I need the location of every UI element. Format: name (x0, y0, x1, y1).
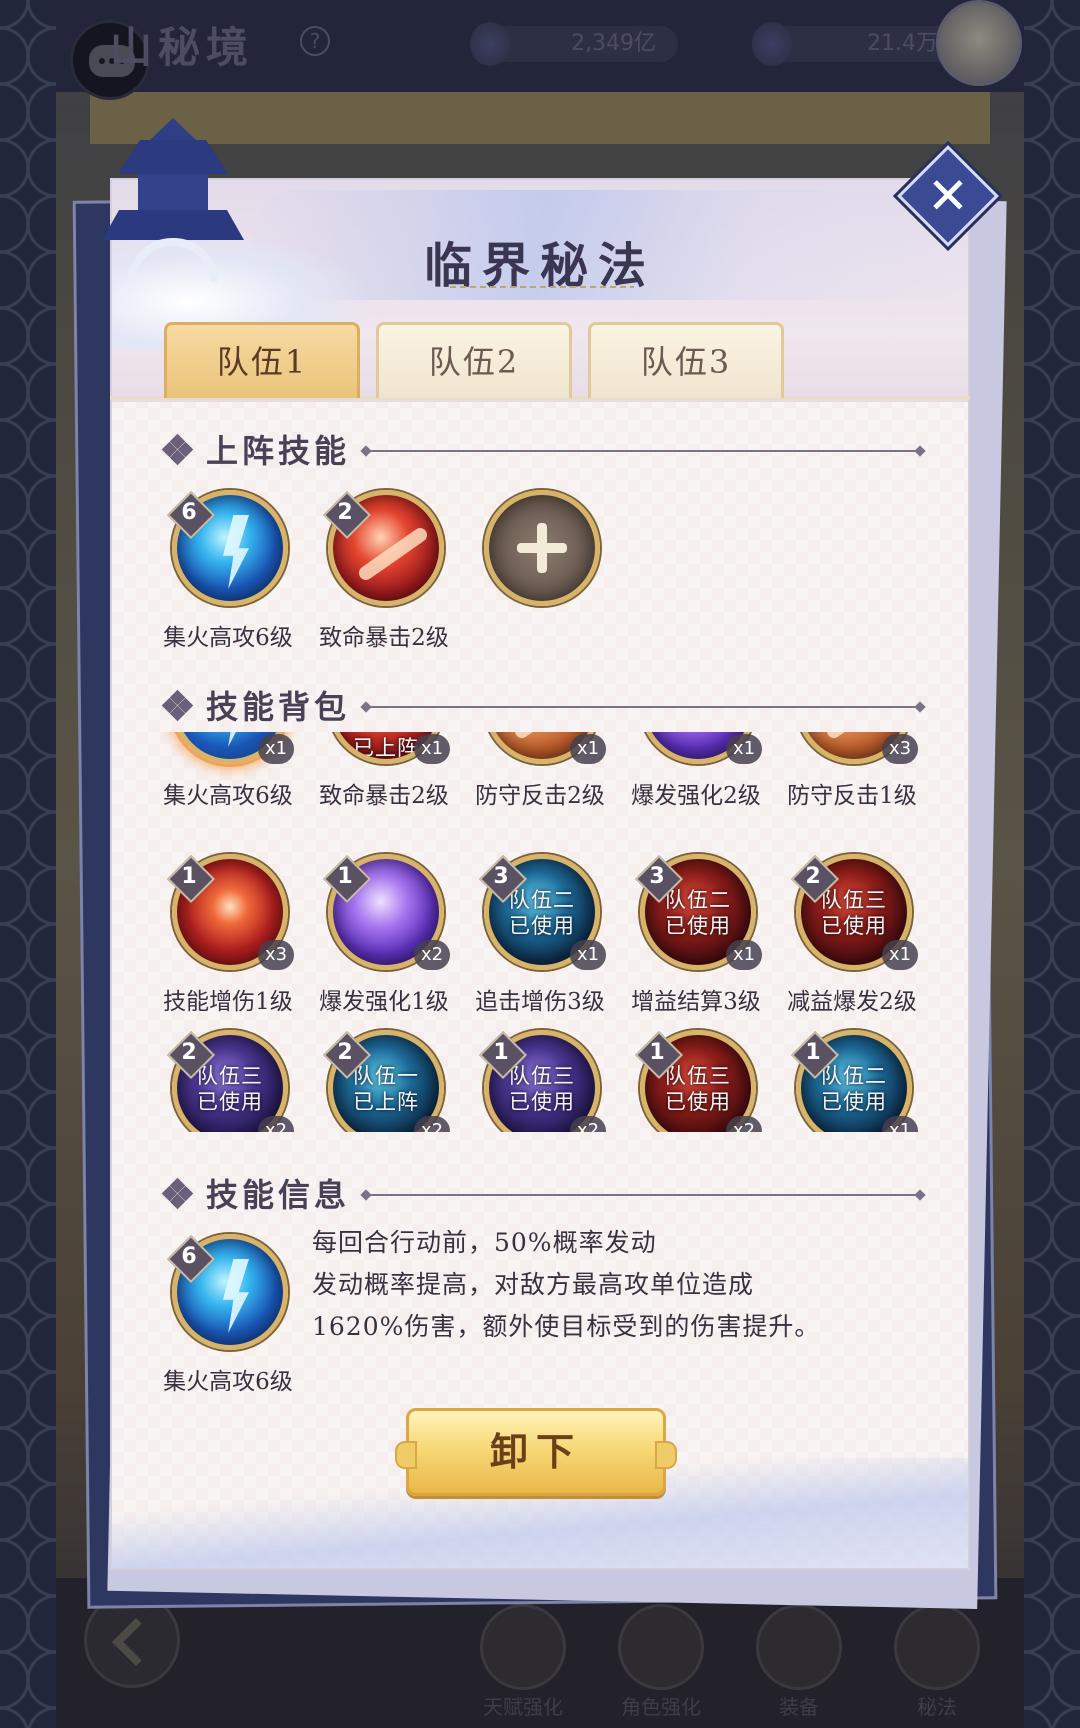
backpack-skill[interactable]: 队伍二 已使用 1 x1 (774, 1030, 930, 1132)
lightning-icon (752, 22, 792, 66)
title-ornament (450, 286, 634, 288)
gem-icon (470, 22, 510, 66)
skill-name: 防守反击2级 (475, 783, 605, 809)
equipped-section-header: 上阵技能 (160, 426, 920, 476)
close-icon: ✕ (927, 167, 969, 225)
diamond-icon (161, 433, 194, 466)
nav-talent-button[interactable] (480, 1604, 566, 1690)
backpack-skill[interactable]: 队伍三 已使用 1 x2 (462, 1030, 618, 1132)
unload-button[interactable]: 卸下 (395, 1408, 677, 1496)
player-avatar[interactable] (936, 0, 1022, 86)
skill-name: 集火高攻6级 (163, 783, 293, 809)
skill-name: 爆发强化2级 (631, 783, 761, 809)
skill-name: 防守反击1级 (787, 783, 917, 809)
add-skill-slot[interactable] (462, 490, 618, 650)
backpack-skill[interactable]: 1 x2 爆发强化1级 (306, 854, 462, 1015)
skill-name: 集火高攻6级 (163, 1369, 293, 1395)
backpack-skill[interactable]: 队伍一 已上阵 2 x2 (306, 1030, 462, 1132)
pagoda-ornament (88, 118, 258, 282)
skill-name: 致命暴击2级 (319, 625, 449, 651)
diamond-icon (161, 689, 194, 722)
nav-talent-label: 天赋强化 (483, 1695, 563, 1719)
backpack-skill[interactable]: 1 x3 技能增伤1级 (150, 854, 306, 1015)
backpack-section-header: 技能背包 (160, 682, 920, 732)
nav-equipment-button[interactable] (756, 1604, 842, 1690)
skill-backpack-grid[interactable]: 阵 x1 集火高攻6级 已上阵 x1 致命暴击2级 x1 防守反击2级 x1 爆… (110, 732, 970, 1132)
currency-energy-value: 21.4万 (867, 31, 938, 56)
backpack-skill[interactable]: 队伍二 已使用 3 x1 增益结算3级 (618, 854, 774, 1015)
skill-name: 集火高攻6级 (163, 625, 293, 651)
backpack-skill[interactable]: 队伍二 已使用 3 x1 追击增伤3级 (462, 854, 618, 1015)
currency-gems[interactable]: 2,349亿 (470, 22, 678, 66)
skill-level: 6 (181, 500, 197, 525)
skill-name: 致命暴击2级 (319, 783, 449, 809)
tab-team-3[interactable]: 队伍3 (588, 322, 784, 398)
skill-name: 追击增伤3级 (475, 989, 605, 1015)
info-skill: 6 集火高攻6级 (150, 1234, 306, 1395)
tab-team-1[interactable]: 队伍1 (164, 322, 360, 398)
backpack-skill[interactable]: 已上阵 x1 致命暴击2级 (306, 732, 462, 809)
plus-icon (484, 490, 600, 606)
nav-secret-label: 秘法 (917, 1695, 957, 1719)
nav-secret-button[interactable] (894, 1604, 980, 1690)
skill-level: 2 (337, 500, 353, 525)
equipped-skill[interactable]: 2 致命暴击2级 (306, 490, 462, 651)
help-icon[interactable]: ? (300, 26, 330, 56)
backpack-skill[interactable]: 队伍三 已使用 1 x2 (618, 1030, 774, 1132)
right-border-pattern (1024, 0, 1080, 1728)
backpack-skill[interactable]: x1 防守反击2级 (462, 732, 618, 809)
diamond-icon (161, 1177, 194, 1210)
currency-gems-value: 2,349亿 (571, 31, 656, 56)
left-border-pattern (0, 0, 56, 1728)
nav-equipment-label: 装备 (779, 1695, 819, 1719)
backpack-skill[interactable]: 阵 x1 集火高攻6级 (150, 732, 306, 809)
currency-energy[interactable]: 21.4万 (752, 22, 960, 66)
skill-description: 每回合行动前，50%概率发动 发动概率提高，对敌方最高攻单位造成 1620%伤害… (312, 1228, 821, 1341)
equipped-skill[interactable]: 6 集火高攻6级 (150, 490, 306, 651)
backpack-skill[interactable]: 队伍三 已使用 2 x2 (150, 1030, 306, 1132)
nav-character-label: 角色强化 (621, 1695, 701, 1719)
backpack-skill[interactable]: x1 爆发强化2级 (618, 732, 774, 809)
skill-name: 减益爆发2级 (787, 989, 917, 1015)
skill-name: 爆发强化1级 (319, 989, 449, 1015)
nav-character-button[interactable] (618, 1604, 704, 1690)
info-section-header: 技能信息 (160, 1170, 920, 1220)
backpack-skill[interactable]: x3 防守反击1级 (774, 732, 930, 809)
scene-title: 山秘境 (110, 23, 255, 72)
skill-name: 技能增伤1级 (163, 989, 293, 1015)
skill-name: 增益结算3级 (631, 989, 761, 1015)
tab-team-2[interactable]: 队伍2 (376, 322, 572, 398)
backpack-skill[interactable]: 队伍三 已使用 2 x1 减益爆发2级 (774, 854, 930, 1015)
